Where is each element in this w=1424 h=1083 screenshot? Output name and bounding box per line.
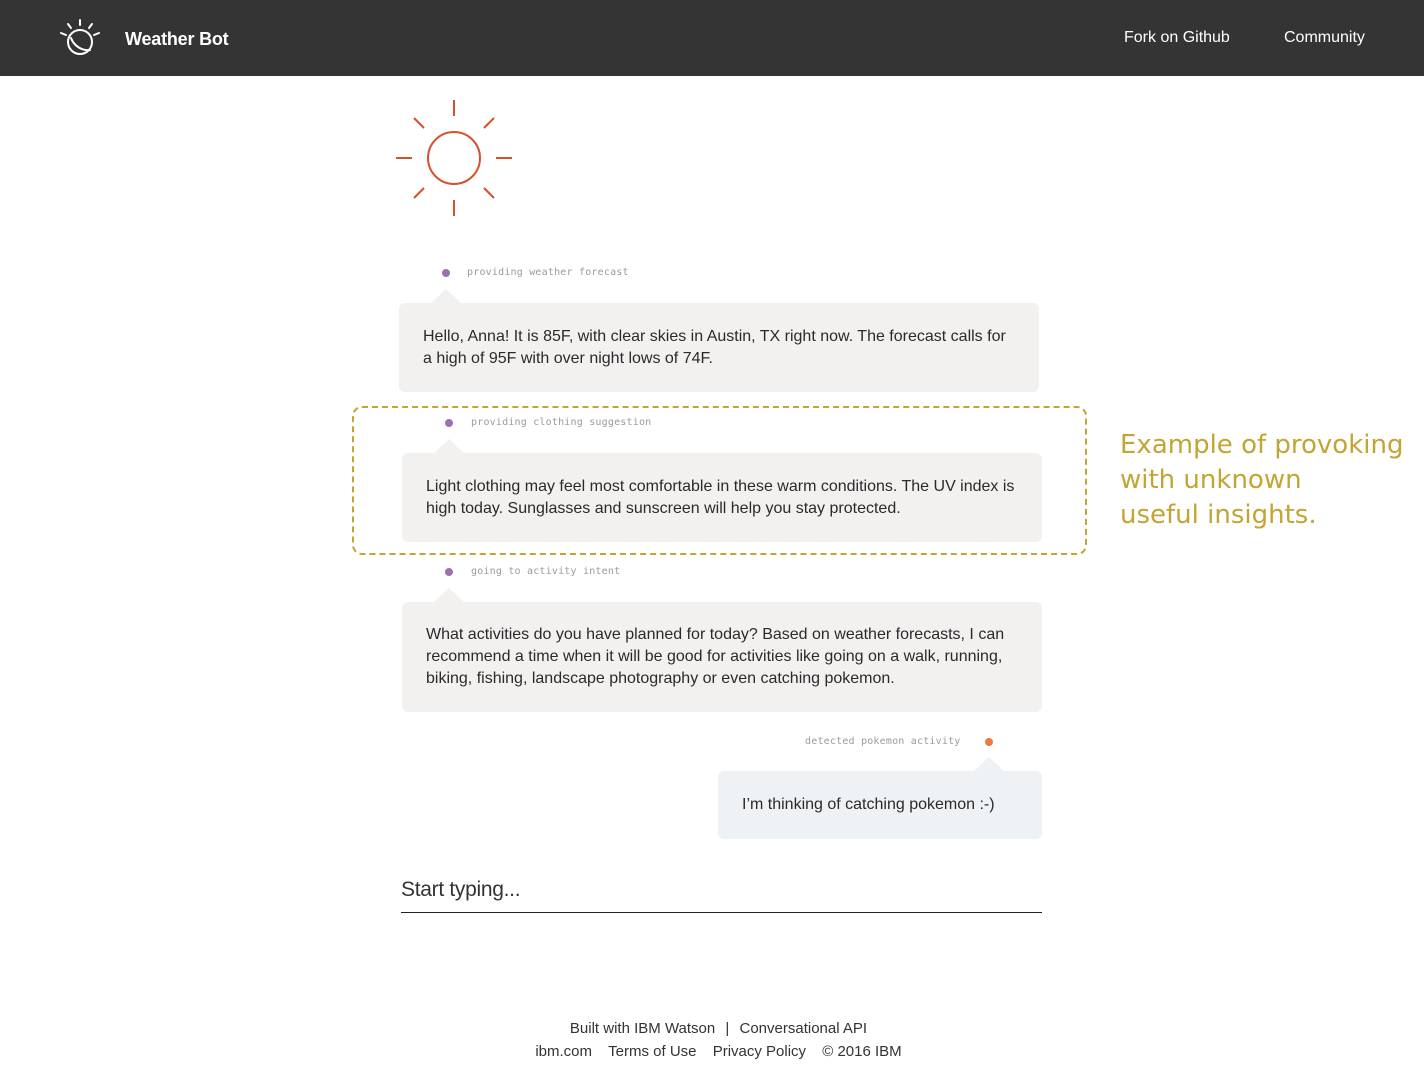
bot-message-bubble: Light clothing may feel most comfortable… bbox=[402, 453, 1042, 542]
user-message-bubble: I’m thinking of catching pokemon :-) bbox=[718, 771, 1042, 839]
intent-label: going to activity intent bbox=[471, 566, 621, 577]
terms-of-use-link[interactable]: Terms of Use bbox=[608, 1043, 696, 1060]
bot-message-text: Hello, Anna! It is 85F, with clear skies… bbox=[423, 327, 1006, 367]
top-navigation-bar: Weather Bot Fork on Github Community bbox=[0, 0, 1424, 76]
app-title[interactable]: Weather Bot bbox=[125, 29, 229, 50]
ibm-com-link[interactable]: ibm.com bbox=[535, 1043, 592, 1060]
privacy-policy-link[interactable]: Privacy Policy bbox=[713, 1043, 806, 1060]
conversational-api-link[interactable]: Conversational API bbox=[740, 1020, 868, 1037]
bot-status-dot bbox=[442, 269, 450, 277]
chat-input-container bbox=[401, 870, 1042, 913]
annotation-line: Example of provoking bbox=[1120, 430, 1404, 460]
bot-message-text: Light clothing may feel most comfortable… bbox=[426, 477, 1015, 517]
annotation-line: with unknown bbox=[1120, 465, 1302, 495]
intent-label: detected pokemon activity bbox=[805, 736, 961, 747]
bubble-tail bbox=[433, 588, 465, 603]
user-status-dot bbox=[985, 738, 993, 746]
chat-input[interactable] bbox=[401, 870, 1042, 910]
user-message-text: I’m thinking of catching pokemon :-) bbox=[742, 796, 995, 813]
bot-status-dot bbox=[445, 568, 453, 576]
sun-icon bbox=[396, 100, 512, 216]
footer-separator: | bbox=[725, 1020, 730, 1037]
intent-label: providing clothing suggestion bbox=[471, 417, 652, 428]
watson-logo-icon[interactable] bbox=[58, 16, 102, 60]
bot-message-text: What activities do you have planned for … bbox=[426, 626, 1005, 687]
copyright-text: © 2016 IBM bbox=[822, 1043, 902, 1060]
bubble-tail bbox=[973, 757, 1005, 772]
bot-status-dot bbox=[445, 419, 453, 427]
built-with-text: Built with IBM Watson bbox=[569, 1020, 716, 1037]
bot-message-bubble: Hello, Anna! It is 85F, with clear skies… bbox=[399, 303, 1039, 392]
fork-on-github-link[interactable]: Fork on Github bbox=[1124, 29, 1230, 47]
footer-credits: Built with IBM Watson | Conversational A… bbox=[0, 1020, 1424, 1037]
intent-label: providing weather forecast bbox=[467, 267, 629, 278]
bubble-tail bbox=[430, 289, 462, 304]
bot-message-bubble: What activities do you have planned for … bbox=[402, 602, 1042, 712]
footer-links: ibm.com Terms of Use Privacy Policy © 20… bbox=[0, 1043, 1424, 1060]
bubble-tail bbox=[433, 439, 465, 454]
annotation-line: useful insights. bbox=[1120, 500, 1317, 530]
annotation-text: Example of provoking with unknown useful… bbox=[1120, 428, 1410, 533]
community-link[interactable]: Community bbox=[1284, 29, 1365, 47]
